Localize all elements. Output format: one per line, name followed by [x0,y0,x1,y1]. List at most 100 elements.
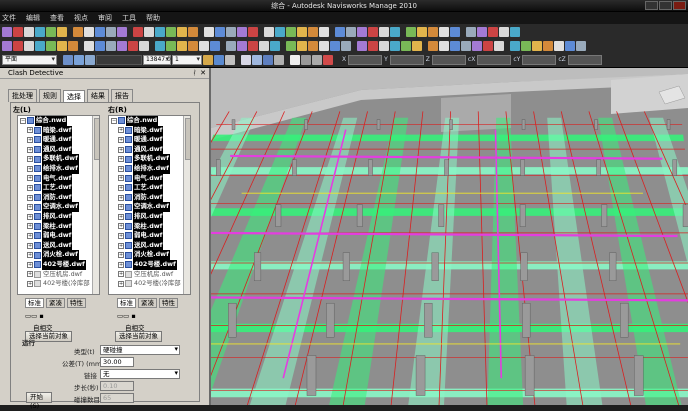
close-button[interactable] [673,1,686,10]
pan-tool-icon[interactable] [466,26,476,37]
timeliner-tool-icon[interactable] [177,40,187,51]
unhide-icon[interactable] [312,54,322,65]
tree-item[interactable]: + 消火栓.dwf [18,250,99,260]
expand-icon[interactable]: + [118,184,124,191]
step-field[interactable]: 1 [172,54,202,65]
light-tool-icon[interactable] [510,40,520,51]
left-subtab-properties[interactable]: 特性 [67,298,86,308]
expand-icon[interactable]: + [27,127,33,134]
tree-item[interactable]: + 送风.dwf [109,240,190,251]
fly-tool-icon[interactable] [117,40,127,51]
light-tool-icon[interactable] [319,26,329,37]
play-icon[interactable] [214,54,224,65]
expand-icon[interactable]: − [20,117,26,124]
expand-icon[interactable]: + [27,136,33,143]
timeliner-tool-icon[interactable] [368,40,378,51]
expand-icon[interactable]: + [27,175,33,182]
save-tool-icon[interactable] [24,26,34,37]
walk-icon[interactable] [63,54,73,65]
render-tool-icon[interactable] [330,40,340,51]
right-geometry-toggle-icon[interactable]: ▭▭ ▪ [117,312,136,320]
tree-item[interactable]: + 给排水.dwf [109,163,190,174]
redline-icon[interactable] [252,54,262,65]
look-icon[interactable] [74,54,84,65]
light-tool-icon[interactable] [128,40,138,51]
clash-tool-icon[interactable] [357,26,367,37]
expand-icon[interactable]: + [118,175,124,182]
open-tool-icon[interactable] [390,40,400,51]
left-subtab-standard[interactable]: 标准 [25,298,44,308]
save-tool-icon[interactable] [406,26,416,37]
tree-item[interactable]: + 暖通.dwf [109,135,190,145]
tree-item[interactable]: + 消防.dwf [18,192,99,203]
open-tool-icon[interactable] [13,26,23,37]
orbit-tool-icon[interactable] [483,40,493,51]
pan-tool-icon[interactable] [275,26,285,37]
pan-tool-icon[interactable] [270,40,280,51]
model-scene[interactable] [211,68,688,405]
zoom-tool-icon[interactable] [286,40,296,51]
expand-icon[interactable]: + [27,261,33,268]
right-tree-scrollbar[interactable] [183,116,190,294]
new-tool-icon[interactable] [565,40,575,51]
section-icon[interactable] [241,54,251,65]
left-subtab-compact[interactable]: 紧凑 [46,298,65,308]
tree-item[interactable]: + 多联机.dwf [18,154,99,164]
tree-item[interactable]: + 排风.dwf [18,211,99,222]
undo-tool-icon[interactable] [237,40,247,51]
expand-icon[interactable]: + [118,271,124,278]
orbit-tool-icon[interactable] [488,26,498,37]
fly-tool-icon[interactable] [308,40,318,51]
clash-tool-icon[interactable] [543,40,553,51]
open-tool-icon[interactable] [13,40,23,51]
coord-y-field[interactable] [389,54,424,65]
run-button[interactable]: 开始(S) [26,392,52,410]
save-tool-icon[interactable] [215,26,225,37]
timeliner-tool-icon[interactable] [554,40,564,51]
expand-icon[interactable]: + [118,252,124,259]
expand-icon[interactable]: + [118,280,124,287]
pin-icon[interactable]: ᚰ [193,68,197,79]
tree-item[interactable]: +402号楼(冷库部 [109,279,190,289]
tree-item[interactable]: + 通风.dwf [18,144,99,155]
menu-file[interactable]: 文件 [2,13,16,23]
orbit-icon[interactable] [85,54,95,65]
new-tool-icon[interactable] [188,26,198,37]
tree-item[interactable]: + 通风.dwf [109,144,190,155]
redo-tool-icon[interactable] [439,40,449,51]
new-tool-icon[interactable] [2,40,12,51]
tree-item[interactable]: − 综合.nwd [18,116,99,126]
fly-tool-icon[interactable] [499,26,509,37]
tree-item[interactable]: + 电气.dwf [109,173,190,184]
expand-icon[interactable]: + [27,194,33,201]
light-tool-icon[interactable] [133,26,143,37]
save-tool-icon[interactable] [210,40,220,51]
expand-icon[interactable]: − [111,117,117,124]
expand-icon[interactable]: + [27,252,33,259]
expand-icon[interactable]: + [118,223,124,230]
expand-icon[interactable]: + [118,242,124,249]
right-subtab-compact[interactable]: 紧凑 [138,298,157,308]
pan-tool-icon[interactable] [84,40,94,51]
open-tool-icon[interactable] [390,26,400,37]
hide-tool-icon[interactable] [346,26,356,37]
redo-tool-icon[interactable] [57,26,67,37]
expand-icon[interactable]: + [27,271,33,278]
fly-tool-icon[interactable] [308,26,318,37]
undo-tool-icon[interactable] [46,26,56,37]
open-tool-icon[interactable] [576,40,586,51]
menu-review[interactable]: 审阅 [98,13,112,23]
require-icon[interactable] [323,54,333,65]
tree-item[interactable]: + 暗梁.dwf [109,125,190,136]
clash-tool-icon[interactable] [357,40,367,51]
expand-icon[interactable]: + [118,261,124,268]
left-selection-tree[interactable]: − 综合.nwd + 暗梁.dwf + 暖通.dwf + 通风.dwf + 多联机.dwf + 给排水… [17,115,100,295]
tag-icon[interactable] [274,54,284,65]
measure-icon[interactable] [263,54,273,65]
select-tool-icon[interactable] [450,40,460,51]
pan-tool-icon[interactable] [84,26,94,37]
clash-tool-icon[interactable] [166,40,176,51]
render-tool-icon[interactable] [144,26,154,37]
fly-tool-icon[interactable] [494,40,504,51]
render-tool-icon[interactable] [335,26,345,37]
